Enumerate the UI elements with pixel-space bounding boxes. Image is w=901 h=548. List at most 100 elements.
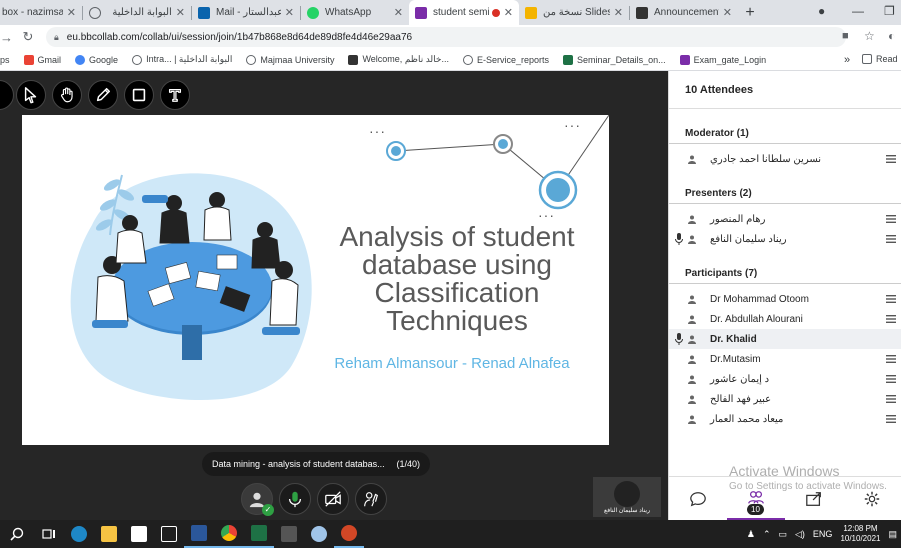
camera-button[interactable] bbox=[317, 483, 349, 515]
attendee-row[interactable]: ريناد سليمان النافع bbox=[669, 229, 901, 249]
microphone-icon bbox=[675, 233, 683, 245]
attendee-row[interactable]: Dr. Khalid bbox=[669, 329, 901, 349]
tab-search-icon[interactable]: ● bbox=[818, 4, 825, 18]
attendees-button[interactable]: 10 bbox=[727, 477, 785, 521]
my-status-button[interactable]: ✓ bbox=[241, 483, 274, 516]
restore-icon[interactable]: ❐ bbox=[884, 4, 895, 18]
bookmark-welcome[interactable]: Welcome, خالد ناظم... bbox=[341, 54, 456, 65]
bookmark-majmaa[interactable]: Majmaa University bbox=[239, 54, 341, 65]
minimize-icon[interactable]: — bbox=[852, 4, 864, 18]
tab-collaborate-session[interactable]: student semi ✕ bbox=[409, 0, 519, 25]
more-options-icon[interactable] bbox=[886, 395, 896, 403]
tab-gmail[interactable]: box - nazimsa ✕ bbox=[0, 0, 82, 25]
close-icon[interactable]: ✕ bbox=[723, 6, 732, 19]
notifications-icon[interactable]: ▤ bbox=[888, 529, 897, 540]
share-content-button[interactable] bbox=[785, 477, 843, 521]
pen-tool-button[interactable] bbox=[88, 80, 118, 110]
attendee-row[interactable]: د إيمان عاشور bbox=[669, 369, 901, 389]
network-icon[interactable]: ▭ bbox=[778, 529, 787, 540]
language-indicator[interactable]: ENG bbox=[813, 529, 833, 539]
close-icon[interactable]: ✕ bbox=[285, 6, 294, 19]
new-tab-button[interactable]: + bbox=[738, 4, 762, 22]
panel-footer-nav: 10 bbox=[669, 476, 901, 521]
more-options-icon[interactable] bbox=[886, 315, 896, 323]
select-tool-button[interactable] bbox=[16, 80, 46, 110]
microphone-button[interactable] bbox=[279, 483, 311, 515]
camera-icon[interactable]: ■ bbox=[842, 30, 849, 42]
tab-announcements[interactable]: Announcements ✕ bbox=[630, 0, 738, 25]
close-icon[interactable]: ✕ bbox=[504, 6, 513, 19]
settings-button[interactable] bbox=[843, 477, 901, 521]
bookmark-label: Seminar_Details_on... bbox=[577, 54, 666, 65]
more-options-icon[interactable] bbox=[886, 415, 896, 423]
clock-date: 10/10/2021 bbox=[840, 534, 881, 543]
back-arrow-icon[interactable]: → bbox=[0, 30, 13, 45]
bookmark-label: Welcome, خالد ناظم... bbox=[362, 54, 450, 64]
taskbar-mail[interactable] bbox=[154, 520, 184, 548]
attendee-row[interactable]: ميعاد محمد العمار bbox=[669, 409, 901, 429]
edge-icon bbox=[71, 526, 87, 542]
more-options-icon[interactable] bbox=[886, 375, 896, 383]
taskbar-excel[interactable] bbox=[244, 520, 274, 548]
shape-tool-button[interactable] bbox=[124, 80, 154, 110]
people-icon[interactable]: ♟ bbox=[747, 529, 755, 540]
star-icon[interactable]: ☆ bbox=[864, 29, 875, 43]
chat-bubble-icon bbox=[690, 492, 706, 507]
attendee-row[interactable]: Dr. Abdullah Alourani bbox=[669, 309, 901, 329]
bookmark-gmail[interactable]: Gmail bbox=[17, 54, 69, 65]
raise-hand-button[interactable] bbox=[355, 483, 387, 515]
address-bar[interactable]: 🔒︎ eu.bbcollab.com/collab/ui/session/joi… bbox=[46, 27, 846, 47]
presentation-slide: ··· ··· ··· Analysis of student database… bbox=[22, 115, 609, 445]
bookmark-apps[interactable]: ps bbox=[0, 55, 17, 65]
tab-whatsapp[interactable]: WhatsApp ✕ bbox=[301, 0, 409, 25]
tab-intranet[interactable]: البوابة الداخلية ✕ bbox=[83, 0, 191, 25]
bookmark-seminar-details[interactable]: Seminar_Details_on... bbox=[556, 54, 673, 65]
clock[interactable]: 12:08 PM 10/10/2021 bbox=[840, 524, 880, 544]
shared-file-info[interactable]: Data mining - analysis of student databa… bbox=[202, 452, 430, 476]
reload-icon[interactable]: ↻ bbox=[16, 29, 40, 45]
profile-icon[interactable]: ◐ bbox=[888, 29, 895, 43]
taskbar-store[interactable] bbox=[124, 520, 154, 548]
bookmark-eservice[interactable]: E-Service_reports bbox=[456, 54, 556, 65]
attendee-name: عبير فهد الفالح bbox=[710, 393, 772, 405]
taskbar-paint[interactable] bbox=[304, 520, 334, 548]
calculator-icon bbox=[281, 526, 297, 542]
attendee-row[interactable]: Dr Mohammad Otoom bbox=[669, 289, 901, 309]
show-hidden-icons[interactable]: ⌃ bbox=[763, 529, 771, 540]
volume-icon[interactable]: ◁) bbox=[795, 529, 805, 540]
close-icon[interactable]: ✕ bbox=[67, 6, 76, 19]
more-options-icon[interactable] bbox=[886, 295, 896, 303]
more-options-icon[interactable] bbox=[886, 355, 896, 363]
decorative-dots: ··· bbox=[369, 123, 386, 139]
taskbar-chrome[interactable] bbox=[214, 520, 244, 548]
pan-tool-button[interactable] bbox=[52, 80, 82, 110]
attendee-row[interactable]: عبير فهد الفالح bbox=[669, 389, 901, 409]
gear-icon bbox=[864, 491, 880, 507]
more-options-icon[interactable] bbox=[886, 215, 896, 223]
attendee-row[interactable]: رهام المنصور bbox=[669, 209, 901, 229]
bookmark-reading-list[interactable]: Read bbox=[862, 54, 898, 64]
close-icon[interactable]: ✕ bbox=[394, 6, 403, 19]
taskbar-edge[interactable] bbox=[64, 520, 94, 548]
close-icon[interactable]: ✕ bbox=[614, 6, 623, 19]
more-options-icon[interactable] bbox=[886, 235, 896, 243]
close-icon[interactable]: ✕ bbox=[176, 6, 185, 19]
tab-slides[interactable]: نسخة من Slides ✕ bbox=[519, 0, 629, 25]
more-bookmarks-icon[interactable]: » bbox=[844, 54, 850, 66]
more-options-icon[interactable] bbox=[886, 155, 896, 163]
chat-button[interactable] bbox=[669, 477, 727, 521]
text-tool-button[interactable] bbox=[160, 80, 190, 110]
tab-outlook-mail[interactable]: Mail - عبدالستار ... ✕ bbox=[192, 0, 300, 25]
search-button[interactable] bbox=[0, 520, 34, 548]
taskbar-file-explorer[interactable] bbox=[94, 520, 124, 548]
bookmark-exam-gate[interactable]: Exam_gate_Login bbox=[673, 54, 774, 65]
attendee-row[interactable]: Dr.Mutasim bbox=[669, 349, 901, 369]
taskbar-calculator[interactable] bbox=[274, 520, 304, 548]
bookmark-google[interactable]: Google bbox=[68, 54, 125, 65]
task-view-button[interactable] bbox=[34, 520, 64, 548]
outlook-icon bbox=[198, 6, 210, 19]
attendee-row[interactable]: نسرين سلطانا احمد جادري bbox=[669, 149, 901, 169]
taskbar-word[interactable] bbox=[184, 520, 214, 548]
taskbar-powerpoint[interactable] bbox=[334, 520, 364, 548]
bookmark-intranet[interactable]: Intra... | البوابة الداخلية bbox=[125, 54, 239, 65]
